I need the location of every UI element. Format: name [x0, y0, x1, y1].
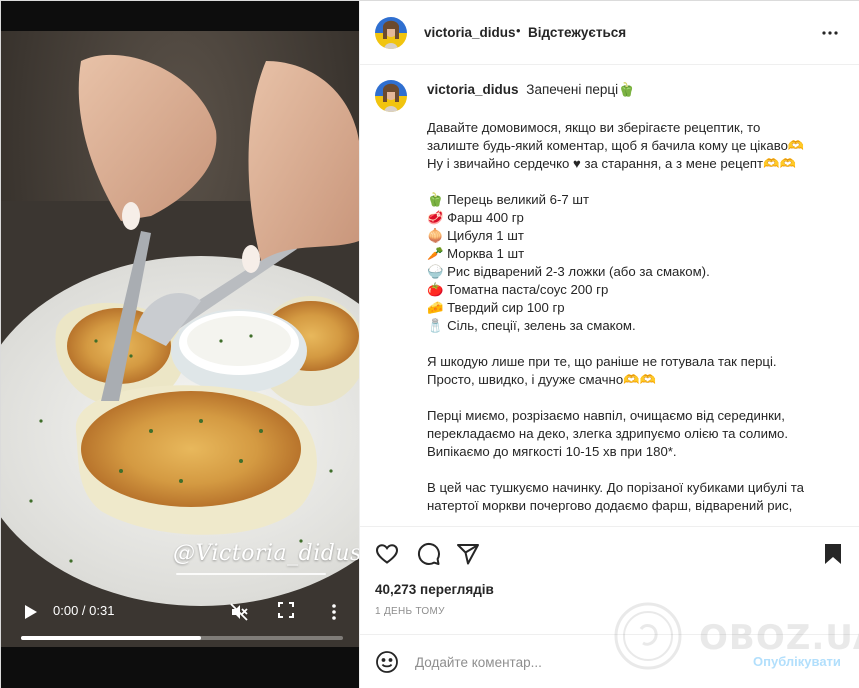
caption-line: перекладаємо на деко, злегка здрипуємо о… — [427, 426, 789, 441]
caption-line: 🧂 Сіль, спеції, зелень за смаком. — [427, 318, 636, 333]
caption-line: 🍚 Рис відварений 2-3 ложки (або за смако… — [427, 264, 710, 279]
separator-dot: • — [516, 23, 521, 38]
caption-line: 🍅 Томатна паста/соус 200 гр — [427, 282, 609, 297]
more-vertical-icon[interactable] — [327, 602, 341, 622]
avatar[interactable] — [375, 80, 407, 112]
comment-input[interactable] — [415, 649, 735, 675]
video-top-band — [1, 1, 359, 31]
caption-gap — [427, 335, 847, 353]
post-details-panel: victoria_didus • Відстежується victoria_… — [359, 1, 859, 688]
caption-line: залиште будь-який коментар, щоб я бачила… — [427, 138, 805, 153]
video-bottom-band — [1, 647, 359, 688]
comment-form: Опублікувати — [360, 634, 859, 688]
caption-line: 🧀 Твердий сир 100 гр — [427, 300, 565, 315]
post-timestamp[interactable]: 1 ДЕНЬ ТОМУ — [375, 606, 445, 617]
publish-button[interactable]: Опублікувати — [753, 654, 841, 669]
video-progress-bar[interactable] — [21, 636, 343, 640]
post-actions — [360, 526, 859, 580]
caption-area: victoria_didus Запечені перці🫑 Давайте д… — [360, 66, 859, 525]
header-username[interactable]: victoria_didus — [424, 25, 516, 40]
video-watermark: @Victoria_didus — [173, 541, 359, 566]
video-watermark-underline — [176, 573, 326, 575]
caption-gap — [427, 389, 847, 407]
caption-line: натертої моркви почергово додаємо фарш, … — [427, 498, 793, 513]
video-progress-fill — [21, 636, 202, 640]
video-frame-image — [1, 1, 359, 688]
caption-line: 🫑 Перець великий 6-7 шт — [427, 192, 589, 207]
caption-gap — [427, 173, 847, 191]
post-modal: @Victoria_didus 0:00 / 0:31 victoria_did… — [0, 0, 859, 688]
caption-heading: victoria_didus Запечені перці🫑 — [427, 82, 635, 98]
caption-line: Випікаємо до мягкості 10-15 хв при 180*. — [427, 444, 677, 459]
post-header: victoria_didus • Відстежується — [360, 1, 859, 65]
emoji-icon[interactable] — [375, 650, 399, 674]
caption-line: Давайте домовимося, якщо ви зберігаєте р… — [427, 120, 761, 135]
caption-title: Запечені перці🫑 — [526, 82, 635, 97]
video-player[interactable]: @Victoria_didus 0:00 / 0:31 — [1, 1, 359, 688]
fullscreen-icon[interactable] — [278, 602, 294, 618]
caption-line: 🥕 Морква 1 шт — [427, 246, 525, 261]
caption-line: 🧅 Цибуля 1 шт — [427, 228, 524, 243]
video-controls: 0:00 / 0:31 — [1, 597, 359, 637]
caption-username[interactable]: victoria_didus — [427, 82, 519, 97]
caption-line: Я шкодую лише при те, що раніше не готув… — [427, 354, 777, 369]
comment-icon[interactable] — [417, 542, 441, 566]
avatar[interactable] — [375, 17, 407, 49]
play-icon[interactable] — [21, 603, 39, 621]
share-icon[interactable] — [456, 542, 480, 566]
more-horizontal-icon[interactable] — [818, 21, 842, 45]
volume-muted-icon[interactable] — [229, 602, 249, 622]
caption-line: В цей час тушкуємо начинку. До порізаної… — [427, 480, 804, 495]
caption-line: Ну і звичайно сердечко ♥ за старання, а … — [427, 156, 796, 171]
caption-line: 🥩 Фарш 400 гр — [427, 210, 524, 225]
heart-icon[interactable] — [375, 542, 399, 566]
video-time: 0:00 / 0:31 — [53, 603, 115, 618]
caption-line: Перці миємо, розрізаємо навпіл, очищаємо… — [427, 408, 785, 423]
following-button[interactable]: Відстежується — [528, 25, 626, 40]
caption-gap — [427, 461, 847, 479]
bookmark-icon[interactable] — [821, 542, 845, 566]
caption-text: Давайте домовимося, якщо ви зберігаєте р… — [427, 119, 847, 515]
views-count[interactable]: 40,273 переглядів — [375, 582, 494, 597]
caption-line: Просто, швидко, і дууже смачно🫶🫶 — [427, 372, 656, 387]
